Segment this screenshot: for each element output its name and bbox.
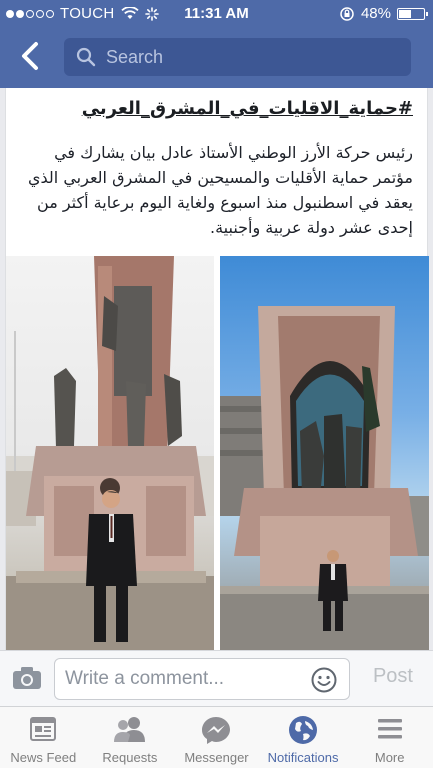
search-icon <box>76 47 96 67</box>
more-icon <box>377 719 402 739</box>
comment-box[interactable] <box>54 658 350 700</box>
search-input[interactable] <box>106 46 386 68</box>
header-bar: TOUCH 11:31 AM 48% <box>0 0 433 88</box>
post-photo-left[interactable] <box>6 256 214 650</box>
search-bar[interactable] <box>64 38 411 76</box>
requests-icon <box>113 717 145 742</box>
monument-photo-image <box>6 256 214 650</box>
tab-requests[interactable]: Requests <box>87 707 174 768</box>
emoji-smile-icon[interactable] <box>311 667 337 693</box>
tab-label: More <box>374 750 405 765</box>
post-card: #حماية_الاقليات_في_المشرق_العربي رئيس حر… <box>5 88 429 650</box>
tab-label: Messenger <box>184 750 249 765</box>
camera-icon[interactable] <box>12 666 42 690</box>
battery-icon <box>397 7 428 20</box>
post-button[interactable]: Post <box>373 665 413 688</box>
tab-label: Requests <box>102 750 158 765</box>
notifications-icon <box>289 716 318 744</box>
status-right: 48% <box>339 5 428 22</box>
tab-bar: News Feed Requests Messenger Notificatio… <box>0 706 433 768</box>
post-photo-right[interactable] <box>220 256 429 650</box>
back-chevron-icon[interactable] <box>14 38 48 74</box>
comment-bar: Post <box>0 650 433 706</box>
post-hashtag[interactable]: #حماية_الاقليات_في_المشرق_العربي <box>82 98 413 119</box>
messenger-icon <box>202 717 231 744</box>
monument-photo-image <box>220 306 429 650</box>
tab-notifications[interactable]: Notifications <box>260 707 347 768</box>
tab-more[interactable]: More <box>346 707 433 768</box>
tab-label: News Feed <box>10 750 77 765</box>
post-text: رئيس حركة الأرز الوطني الأستاذ عادل بيان… <box>28 143 413 237</box>
comment-input[interactable] <box>65 668 305 690</box>
tab-news-feed[interactable]: News Feed <box>0 707 87 768</box>
nav-bar <box>0 32 433 82</box>
tab-messenger[interactable]: Messenger <box>173 707 260 768</box>
status-bar: TOUCH 11:31 AM 48% <box>0 0 433 28</box>
news-feed-icon <box>30 717 57 741</box>
rotation-lock-icon <box>340 6 354 21</box>
battery-percent: 48% <box>360 5 391 22</box>
tab-label: Notifications <box>267 750 339 765</box>
